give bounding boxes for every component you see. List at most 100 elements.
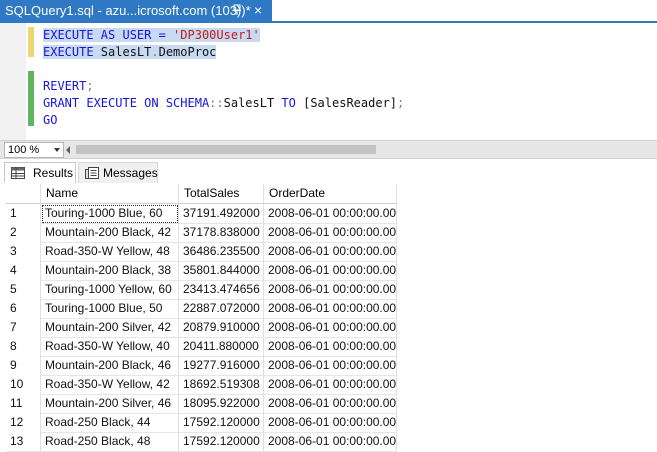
orderdate-cell-text: 2008-06-01 00:00:00.000 [268, 415, 397, 429]
totalsales-cell[interactable]: 18692.519308 [179, 375, 264, 395]
orderdate-cell[interactable]: 2008-06-01 00:00:00.000 [264, 318, 397, 338]
row-number-header[interactable] [6, 184, 41, 204]
orderdate-cell[interactable]: 2008-06-01 00:00:00.000 [264, 242, 397, 262]
row-number-cell[interactable]: 12 [6, 413, 41, 433]
code-line[interactable]: EXECUTE AS USER = 'DP300User1' [43, 27, 404, 44]
row-number-cell-text: 9 [10, 358, 17, 372]
table-row[interactable]: 2 Mountain-200 Black, 42 37178.838000 2008-… [6, 223, 397, 243]
chevron-down-icon[interactable] [54, 148, 60, 152]
orderdate-cell-text: 2008-06-01 00:00:00.000 [268, 396, 397, 410]
code-line[interactable]: REVERT; [43, 78, 404, 95]
code-line[interactable] [43, 61, 404, 78]
name-cell-text: Road-350-W Yellow, 42 [45, 377, 170, 391]
name-cell[interactable]: Touring-1000 Blue, 50 [41, 299, 179, 319]
orderdate-cell[interactable]: 2008-06-01 00:00:00.000 [264, 432, 397, 452]
name-cell[interactable]: Touring-1000 Blue, 60 [41, 204, 179, 224]
orderdate-cell[interactable]: 2008-06-01 00:00:00.000 [264, 204, 397, 224]
close-icon[interactable]: × [254, 0, 262, 21]
totalsales-cell[interactable]: 20411.880000 [179, 337, 264, 357]
name-cell[interactable]: Mountain-200 Black, 46 [41, 356, 179, 376]
horizontal-scrollbar-thumb[interactable] [76, 145, 376, 154]
name-cell[interactable]: Road-350-W Yellow, 42 [41, 375, 179, 395]
row-number-cell[interactable]: 1 [6, 204, 41, 224]
orderdate-cell[interactable]: 2008-06-01 00:00:00.000 [264, 299, 397, 319]
row-number-cell[interactable]: 6 [6, 299, 41, 319]
table-row[interactable]: 13 Road-250 Black, 48 17592.120000 2008-06-… [6, 432, 397, 452]
totalsales-cell[interactable]: 17592.120000 [179, 413, 264, 433]
orderdate-cell[interactable]: 2008-06-01 00:00:00.000 [264, 394, 397, 414]
code-token: GO [43, 113, 58, 127]
query-editor[interactable]: EXECUTE AS USER = 'DP300User1' EXECUTE Sa… [0, 23, 657, 140]
name-cell[interactable]: Touring-1000 Yellow, 60 [41, 280, 179, 300]
name-cell[interactable]: Road-350-W Yellow, 40 [41, 337, 179, 357]
table-row[interactable]: 10 Road-350-W Yellow, 42 18692.519308 2008-… [6, 375, 397, 395]
name-cell[interactable]: Road-350-W Yellow, 48 [41, 242, 179, 262]
totalsales-cell[interactable]: 37178.838000 [179, 223, 264, 243]
code-token: DemoProc [158, 45, 217, 59]
name-cell[interactable]: Road-250 Black, 44 [41, 413, 179, 433]
row-number-cell[interactable]: 5 [6, 280, 41, 300]
row-number-cell[interactable]: 7 [6, 318, 41, 338]
orderdate-cell-text: 2008-06-01 00:00:00.000 [268, 282, 397, 296]
name-cell[interactable]: Mountain-200 Silver, 46 [41, 394, 179, 414]
code-text[interactable]: EXECUTE AS USER = 'DP300User1' EXECUTE Sa… [43, 27, 404, 129]
name-cell[interactable]: Mountain-200 Silver, 42 [41, 318, 179, 338]
orderdate-cell[interactable]: 2008-06-01 00:00:00.000 [264, 223, 397, 243]
totalsales-cell[interactable]: 37191.492000 [179, 204, 264, 224]
pin-icon[interactable] [232, 4, 244, 16]
zoom-dropdown[interactable]: 100 % [4, 142, 64, 158]
name-cell[interactable]: Road-250 Black, 48 [41, 432, 179, 452]
orderdate-cell-text: 2008-06-01 00:00:00.000 [268, 339, 397, 353]
row-number-cell[interactable]: 13 [6, 432, 41, 452]
column-header-totalsales[interactable]: TotalSales [179, 184, 264, 204]
table-row[interactable]: 3 Road-350-W Yellow, 48 36486.235500 2008-0… [6, 242, 397, 262]
table-row[interactable]: 12 Road-250 Black, 44 17592.120000 2008-06-… [6, 413, 397, 433]
name-cell-text: Road-250 Black, 44 [45, 415, 151, 429]
code-token: :: [209, 96, 224, 110]
table-row[interactable]: 4 Mountain-200 Black, 38 35801.844000 2008-… [6, 261, 397, 281]
code-token: EXECUTE AS USER = [43, 28, 174, 42]
tab-messages[interactable]: Messages [78, 162, 158, 184]
column-header-name[interactable]: Name [41, 184, 179, 204]
scroll-left-arrow-icon[interactable] [66, 146, 70, 154]
table-row[interactable]: 1 Touring-1000 Blue, 60 37191.492000 2008-0… [6, 204, 397, 224]
row-number-cell[interactable]: 11 [6, 394, 41, 414]
totalsales-cell[interactable]: 17592.120000 [179, 432, 264, 452]
code-line[interactable]: GO [43, 112, 404, 129]
table-row[interactable]: 8 Road-350-W Yellow, 40 20411.880000 2008-0… [6, 337, 397, 357]
tab-results[interactable]: Results [4, 162, 76, 184]
column-header-orderdate[interactable]: OrderDate [264, 184, 397, 204]
totalsales-cell[interactable]: 18095.922000 [179, 394, 264, 414]
totalsales-cell[interactable]: 19277.916000 [179, 356, 264, 376]
orderdate-cell[interactable]: 2008-06-01 00:00:00.000 [264, 413, 397, 433]
totalsales-cell[interactable]: 35801.844000 [179, 261, 264, 281]
totalsales-cell[interactable]: 23413.474656 [179, 280, 264, 300]
table-row[interactable]: 9 Mountain-200 Black, 46 19277.916000 2008-… [6, 356, 397, 376]
totalsales-cell-text: 36486.235500 [183, 244, 260, 258]
table-row[interactable]: 6 Touring-1000 Blue, 50 22887.072000 2008-0… [6, 299, 397, 319]
orderdate-cell[interactable]: 2008-06-01 00:00:00.000 [264, 337, 397, 357]
table-row[interactable]: 5 Touring-1000 Yellow, 60 23413.474656 2008… [6, 280, 397, 300]
row-number-cell[interactable]: 10 [6, 375, 41, 395]
totalsales-cell[interactable]: 22887.072000 [179, 299, 264, 319]
row-number-cell[interactable]: 2 [6, 223, 41, 243]
orderdate-cell[interactable]: 2008-06-01 00:00:00.000 [264, 261, 397, 281]
totalsales-cell[interactable]: 20879.910000 [179, 318, 264, 338]
row-number-cell[interactable]: 3 [6, 242, 41, 262]
row-number-cell[interactable]: 8 [6, 337, 41, 357]
totalsales-cell[interactable]: 36486.235500 [179, 242, 264, 262]
table-row[interactable]: 7 Mountain-200 Silver, 42 20879.910000 2008… [6, 318, 397, 338]
code-line[interactable]: GRANT EXECUTE ON SCHEMA::SalesLT TO [Sal… [43, 95, 404, 112]
code-line[interactable]: EXECUTE SalesLT.DemoProc [43, 44, 404, 61]
document-tab[interactable]: SQLQuery1.sql - azu...icrosoft.com (103)… [0, 0, 272, 21]
name-cell[interactable]: Mountain-200 Black, 42 [41, 223, 179, 243]
name-cell[interactable]: Mountain-200 Black, 38 [41, 261, 179, 281]
totalsales-cell-text: 17592.120000 [183, 415, 260, 429]
orderdate-cell[interactable]: 2008-06-01 00:00:00.000 [264, 375, 397, 395]
row-number-cell[interactable]: 9 [6, 356, 41, 376]
row-number-cell[interactable]: 4 [6, 261, 41, 281]
table-row[interactable]: 11 Mountain-200 Silver, 46 18095.922000 200… [6, 394, 397, 414]
results-grid[interactable]: Name TotalSales OrderDate 1 Touring-1000 … [0, 183, 657, 452]
orderdate-cell[interactable]: 2008-06-01 00:00:00.000 [264, 280, 397, 300]
orderdate-cell[interactable]: 2008-06-01 00:00:00.000 [264, 356, 397, 376]
